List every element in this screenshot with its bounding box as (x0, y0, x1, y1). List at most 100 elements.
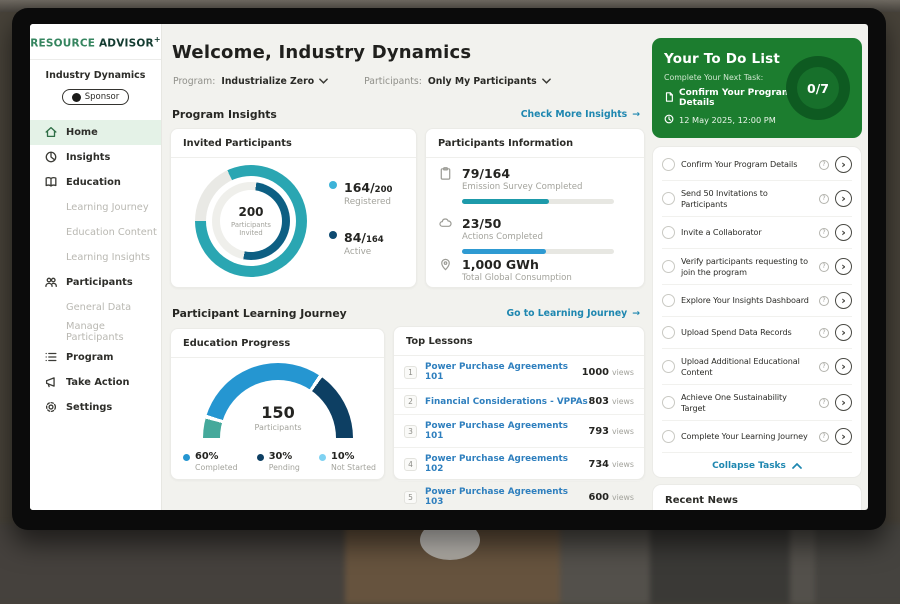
help-icon[interactable]: ? (819, 296, 829, 306)
pie-chart-icon (44, 150, 58, 164)
sidebar-item-take-action[interactable]: Take Action (30, 370, 161, 395)
document-icon (664, 92, 674, 105)
task-open-button[interactable]: › (835, 358, 852, 375)
task-row: Complete Your Learning Journey ? › (662, 421, 852, 453)
stat-value: 23/50 (462, 216, 614, 231)
top-lessons-card: Top Lessons 1 Power Purchase Agreements … (393, 326, 645, 480)
task-open-button[interactable]: › (835, 324, 852, 341)
sidebar-item-home[interactable]: Home (30, 120, 161, 145)
task-open-button[interactable]: › (835, 190, 852, 207)
collapse-tasks-link[interactable]: Collapse Tasks (662, 453, 852, 477)
gear-icon (44, 400, 58, 414)
lesson-link[interactable]: Power Purchase Agreements 101 (425, 421, 589, 441)
task-label: Achieve One Sustainability Target (681, 392, 813, 413)
sidebar-item-manage-participants[interactable]: Manage Participants (30, 320, 161, 345)
legend-total: 164 (366, 235, 384, 245)
task-checkbox[interactable] (662, 192, 675, 205)
sidebar-item-label: Participants (66, 277, 133, 288)
help-icon[interactable]: ? (819, 398, 829, 408)
task-open-button[interactable]: › (835, 258, 852, 275)
stat-emission-survey: 79/164 Emission Survey Completed (438, 166, 614, 204)
help-icon[interactable]: ? (819, 262, 829, 272)
invited-center-value: 200 (238, 205, 263, 219)
lesson-row: 1 Power Purchase Agreements 101 1000 vie… (394, 356, 644, 389)
sidebar-item-learning-insights[interactable]: Learning Insights (30, 245, 161, 270)
task-open-button[interactable]: › (835, 292, 852, 309)
progress-fill (462, 199, 549, 204)
link-label: Go to Learning Journey (506, 308, 627, 319)
stat-label: Emission Survey Completed (462, 182, 614, 192)
sidebar-item-education[interactable]: Education (30, 170, 161, 195)
stat-value: 1,000 GWh (462, 257, 572, 272)
task-checkbox[interactable] (662, 396, 675, 409)
check-more-insights-link[interactable]: Check More Insights → (521, 109, 640, 120)
task-checkbox[interactable] (662, 294, 675, 307)
chevron-up-icon (792, 463, 802, 469)
invited-donut-chart: 200 Participants Invited (195, 165, 307, 277)
sidebar-item-general-data[interactable]: General Data (30, 295, 161, 320)
chevron-right-icon: › (841, 193, 846, 204)
task-checkbox[interactable] (662, 326, 675, 339)
lesson-link[interactable]: Power Purchase Agreements 103 (425, 487, 589, 507)
program-select[interactable]: Industrialize Zero (221, 76, 328, 87)
sidebar-item-settings[interactable]: Settings (30, 395, 161, 420)
lesson-link[interactable]: Financial Considerations - VPPAs (425, 397, 589, 407)
stat-consumption: 1,000 GWh Total Global Consumption (438, 257, 572, 283)
task-row: Invite a Collaborator ? › (662, 217, 852, 249)
task-checkbox[interactable] (662, 360, 675, 373)
sidebar-item-label: Manage Participants (66, 321, 161, 343)
task-checkbox[interactable] (662, 226, 675, 239)
task-checkbox[interactable] (662, 158, 675, 171)
legend-dot (257, 454, 264, 461)
task-row: Confirm Your Program Details ? › (662, 149, 852, 181)
lesson-rank: 5 (404, 491, 417, 504)
legend-pending: 30% Pending (257, 451, 300, 472)
divider (30, 59, 161, 60)
help-icon[interactable]: ? (819, 432, 829, 442)
gauge-center-value: 150 (203, 403, 353, 422)
legend-pct: 60% (195, 451, 238, 462)
chevron-right-icon: › (841, 431, 846, 442)
program-filter: Program: Industrialize Zero (173, 76, 328, 87)
lesson-rank: 3 (404, 425, 417, 438)
task-checkbox[interactable] (662, 430, 675, 443)
card-title: Top Lessons (394, 327, 644, 356)
help-icon[interactable]: ? (819, 160, 829, 170)
lesson-link[interactable]: Power Purchase Agreements 102 (425, 454, 589, 474)
sidebar-item-program[interactable]: Program (30, 345, 161, 370)
sidebar-item-education-content[interactable]: Education Content (30, 220, 161, 245)
task-open-button[interactable]: › (835, 394, 852, 411)
task-open-button[interactable]: › (835, 156, 852, 173)
stat-label: Actions Completed (462, 232, 614, 242)
people-icon (44, 275, 58, 289)
chevron-right-icon: › (841, 227, 846, 238)
sidebar-item-insights[interactable]: Insights (30, 145, 161, 170)
sidebar-item-label: Settings (66, 402, 112, 413)
lesson-views: 600 (589, 492, 609, 503)
go-to-learning-journey-link[interactable]: Go to Learning Journey → (506, 308, 640, 319)
participants-filter: Participants: Only My Participants (364, 76, 551, 87)
sidebar-item-learning-journey[interactable]: Learning Journey (30, 195, 161, 220)
lesson-rank: 4 (404, 458, 417, 471)
todo-next-task: Confirm Your Program Details (679, 88, 792, 108)
gauge-center-label: Participants (203, 423, 353, 432)
lessons-list: 1 Power Purchase Agreements 101 1000 vie… (394, 356, 644, 510)
help-icon[interactable]: ? (819, 194, 829, 204)
sidebar-item-participants[interactable]: Participants (30, 270, 161, 295)
sidebar-item-label: Home (66, 127, 98, 138)
task-open-button[interactable]: › (835, 428, 852, 445)
list-icon (44, 350, 58, 364)
help-icon[interactable]: ? (819, 328, 829, 338)
task-open-button[interactable]: › (835, 224, 852, 241)
task-checkbox[interactable] (662, 260, 675, 273)
todo-panel: Your To Do List Complete Your Next Task:… (652, 24, 862, 510)
task-label: Upload Additional Educational Content (681, 356, 813, 377)
lesson-views-suffix: views (612, 368, 634, 377)
brand-plus: + (154, 35, 161, 44)
help-icon[interactable]: ? (819, 228, 829, 238)
participants-select[interactable]: Only My Participants (428, 76, 551, 87)
program-filter-label: Program: (173, 76, 215, 87)
help-icon[interactable]: ? (819, 362, 829, 372)
lesson-link[interactable]: Power Purchase Agreements 101 (425, 362, 582, 382)
card-title: Invited Participants (171, 129, 416, 158)
